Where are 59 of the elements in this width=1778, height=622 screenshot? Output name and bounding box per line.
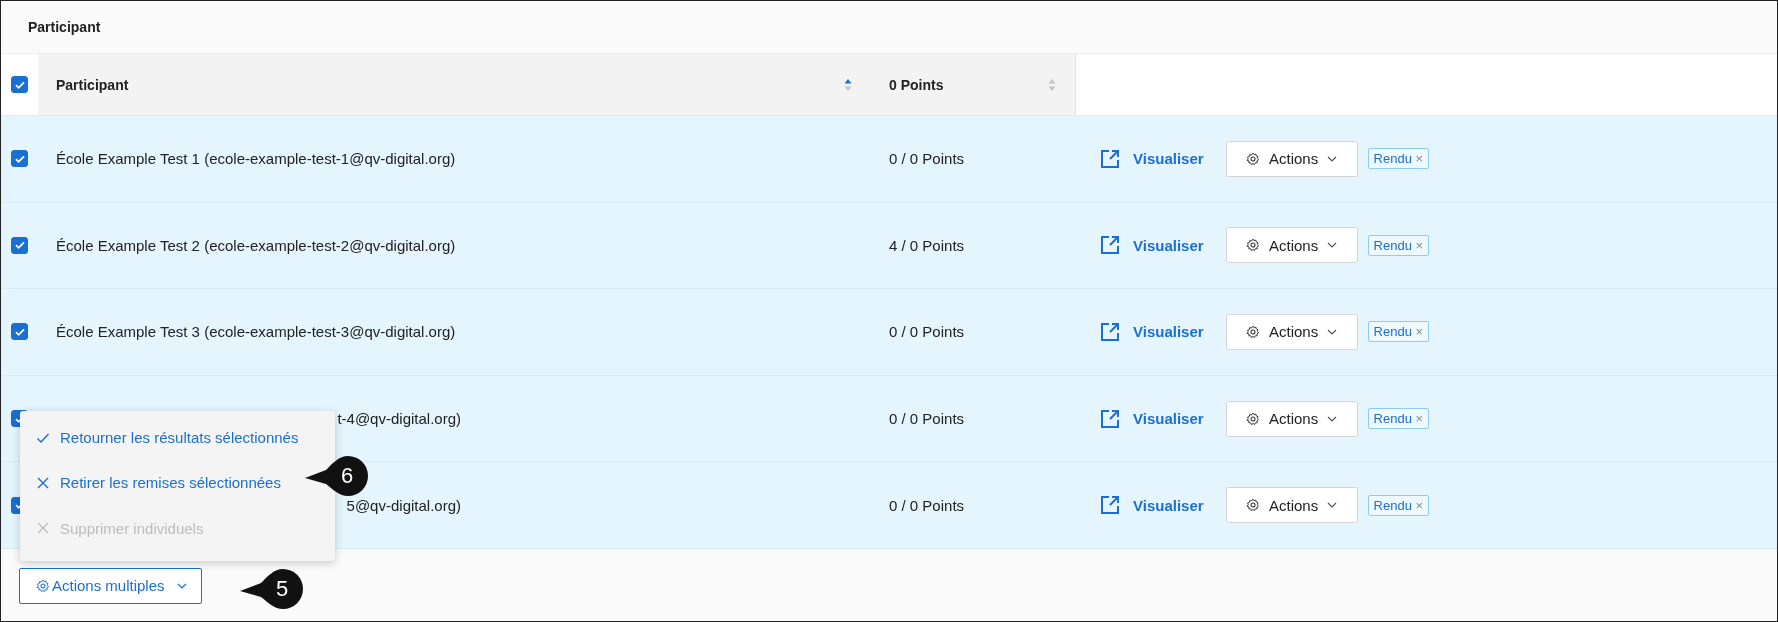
gear-icon — [1246, 498, 1260, 513]
row-checkbox[interactable] — [11, 150, 28, 168]
status-tag: Rendu × — [1367, 408, 1430, 430]
gear-icon — [1246, 238, 1260, 253]
external-link-icon[interactable] — [1100, 322, 1120, 342]
actions-dropdown[interactable]: Actions — [1225, 227, 1358, 264]
gear-icon — [36, 578, 50, 593]
participant-name: École Example Test 3 (ecole-example-test-3@qv-digital.org) — [56, 323, 456, 341]
caret-icon — [1327, 155, 1338, 162]
external-link-icon[interactable] — [1100, 235, 1120, 256]
participant-name: École Example Test 1 (ecole-example-test-1@qv-digital.org) — [56, 150, 456, 168]
view-link[interactable]: Visualiser — [1133, 410, 1204, 428]
points-value: 0 / 0 Points — [889, 410, 965, 428]
row-checkbox[interactable] — [11, 236, 28, 254]
participant-name: 5@qv-digital.org) — [345, 496, 461, 514]
bulk-actions-button[interactable]: Actions multiples — [19, 567, 202, 604]
view-link[interactable]: Visualiser — [1133, 496, 1204, 514]
callout-marker: 5 — [239, 568, 305, 610]
caret-icon — [176, 582, 187, 589]
actions-dropdown[interactable]: Actions — [1225, 314, 1358, 350]
check-icon — [13, 239, 26, 252]
gear-icon — [1246, 151, 1260, 166]
close-icon — [36, 521, 50, 536]
status-tag: Rendu × — [1367, 234, 1430, 256]
external-link-icon[interactable] — [1100, 408, 1120, 429]
status-tag: Rendu × — [1367, 321, 1430, 343]
external-link-icon[interactable] — [1100, 148, 1120, 169]
column-header[interactable]: 0 Points — [871, 54, 1076, 115]
caret-icon — [1327, 502, 1338, 509]
status-tag: Rendu × — [1367, 148, 1430, 170]
column-header[interactable]: Participant — [38, 54, 871, 115]
sort-icon[interactable] — [844, 77, 852, 92]
points-value: 0 / 0 Points — [889, 323, 965, 341]
status-tag: Rendu × — [1367, 494, 1430, 516]
close-icon — [36, 476, 50, 490]
actions-dropdown[interactable]: Actions — [1225, 400, 1358, 437]
caret-icon — [1327, 329, 1338, 335]
points-value: 0 / 0 Points — [889, 496, 965, 514]
caret-icon — [1327, 415, 1338, 422]
actions-dropdown[interactable]: Actions — [1225, 140, 1358, 177]
select-all-checkbox[interactable] — [11, 76, 28, 93]
external-link-icon[interactable] — [1100, 495, 1120, 516]
view-link[interactable]: Visualiser — [1133, 150, 1204, 168]
view-link[interactable]: Visualiser — [1133, 323, 1204, 341]
menu-item[interactable]: Retourner les résultats sélectionnés — [20, 429, 299, 447]
check-icon — [13, 326, 26, 338]
gear-icon — [1246, 325, 1260, 339]
row-checkbox[interactable] — [11, 323, 28, 341]
points-value: 0 / 0 Points — [889, 150, 965, 168]
participant-name: École Example Test 2 (ecole-example-test-2@qv-digital.org) — [56, 236, 456, 254]
participant-name: t-4@qv-digital.org) — [336, 410, 461, 428]
gear-icon — [1246, 411, 1260, 426]
menu-item[interactable]: Retirer les remises sélectionnées — [20, 474, 281, 492]
actions-dropdown[interactable]: Actions — [1225, 487, 1358, 524]
callout-marker: 6 — [304, 455, 370, 497]
panel-title: Participant — [28, 19, 101, 35]
points-value: 4 / 0 Points — [889, 236, 965, 254]
caret-icon — [1327, 242, 1338, 249]
view-link[interactable]: Visualiser — [1133, 236, 1204, 254]
